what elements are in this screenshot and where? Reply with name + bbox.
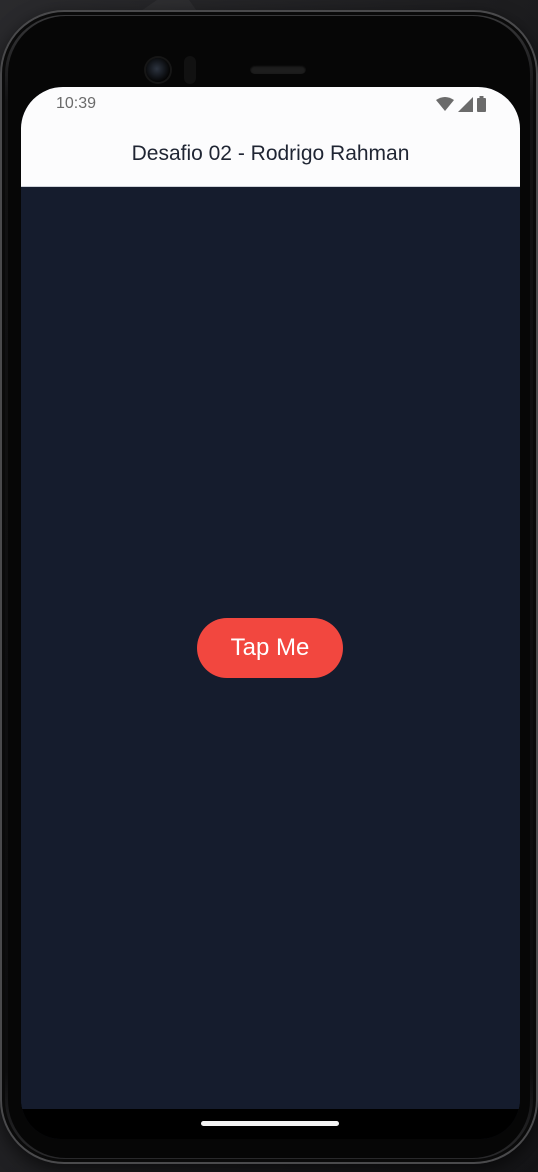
navigation-bar — [21, 1109, 520, 1139]
tap-me-button[interactable]: Tap Me — [197, 618, 343, 678]
app-bar: Desafio 02 - Rodrigo Rahman — [21, 121, 520, 187]
earpiece-speaker — [250, 65, 306, 74]
status-icons — [436, 96, 486, 112]
wifi-icon — [436, 97, 454, 111]
status-time: 10:39 — [56, 95, 97, 112]
status-bar: 10:39 — [21, 87, 520, 121]
home-gesture-handle[interactable] — [201, 1121, 339, 1126]
phone-screen: 10:39 Desafio 02 - Rodrigo Rahman Tap Me — [21, 87, 520, 1139]
phone-frame: 10:39 Desafio 02 - Rodrigo Rahman Tap Me — [0, 10, 538, 1164]
proximity-sensor — [184, 56, 196, 84]
page-title: Desafio 02 - Rodrigo Rahman — [131, 141, 410, 165]
front-camera-icon — [146, 58, 170, 82]
battery-icon — [477, 96, 486, 112]
main-content: Tap Me — [21, 187, 520, 1109]
cellular-signal-icon — [458, 96, 473, 112]
